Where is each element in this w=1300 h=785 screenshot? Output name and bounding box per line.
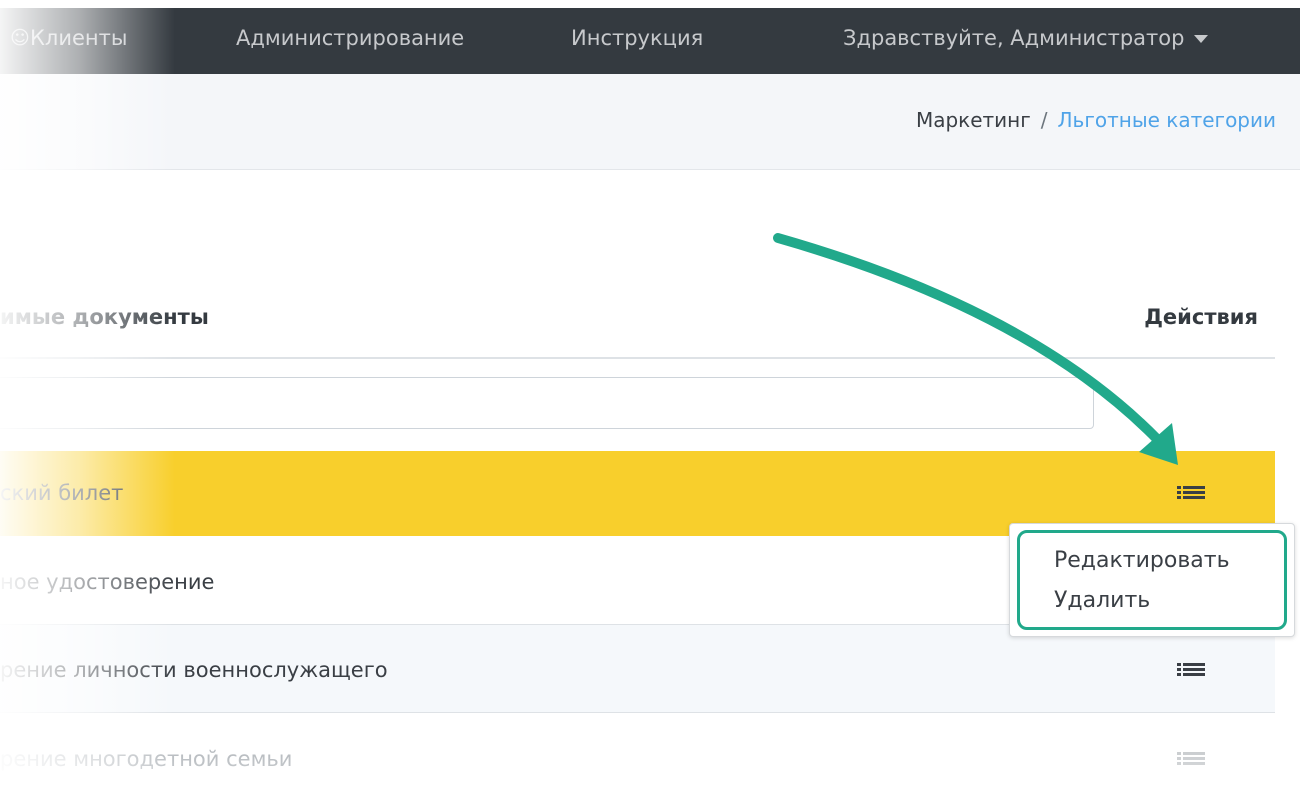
list-menu-icon[interactable] xyxy=(1183,486,1205,504)
user-greeting: Здравствуйте, Администратор xyxy=(843,26,1185,50)
menu-item-delete[interactable]: Удалить xyxy=(1054,588,1150,613)
nav-administration[interactable]: Администрирование xyxy=(236,8,464,74)
breadcrumb-separator: / xyxy=(1040,108,1048,132)
table-row[interactable]: рение многодетной семьи xyxy=(0,713,1275,785)
caret-down-icon xyxy=(1194,35,1209,43)
breadcrumb-bar: Маркетинг / Льготные категории xyxy=(0,74,1300,170)
menu-item-edit[interactable]: Редактировать xyxy=(1054,548,1230,573)
user-icon: ☺ xyxy=(10,27,30,49)
row-label: рение многодетной семьи xyxy=(0,747,293,771)
nav-clients[interactable]: ☺ Клиенты xyxy=(10,8,128,74)
nav-instructions[interactable]: Инструкция xyxy=(571,8,703,74)
list-menu-icon[interactable] xyxy=(1183,663,1205,681)
column-header-actions: Действия xyxy=(1144,305,1258,329)
row-label: рение личности военнослужащего xyxy=(0,658,388,682)
dropdown-highlight-frame xyxy=(1017,530,1287,630)
row-label: ский билет xyxy=(0,481,124,505)
nav-clients-label: Клиенты xyxy=(30,26,128,50)
filter-input[interactable] xyxy=(0,377,1094,429)
top-navbar: ☺ Клиенты Администрирование Инструкция З… xyxy=(0,8,1300,74)
table-row[interactable]: рение личности военнослужащего xyxy=(0,625,1275,713)
breadcrumb-marketing[interactable]: Маркетинг xyxy=(916,108,1031,132)
list-menu-icon[interactable] xyxy=(1183,752,1205,770)
breadcrumb: Маркетинг / Льготные категории xyxy=(916,108,1276,132)
row-label: ное удостоверение xyxy=(0,570,215,594)
user-menu[interactable]: Здравствуйте, Администратор xyxy=(843,8,1209,74)
breadcrumb-current[interactable]: Льготные категории xyxy=(1058,108,1276,132)
column-header-documents: имые документы xyxy=(0,305,209,329)
header-divider xyxy=(0,357,1275,359)
